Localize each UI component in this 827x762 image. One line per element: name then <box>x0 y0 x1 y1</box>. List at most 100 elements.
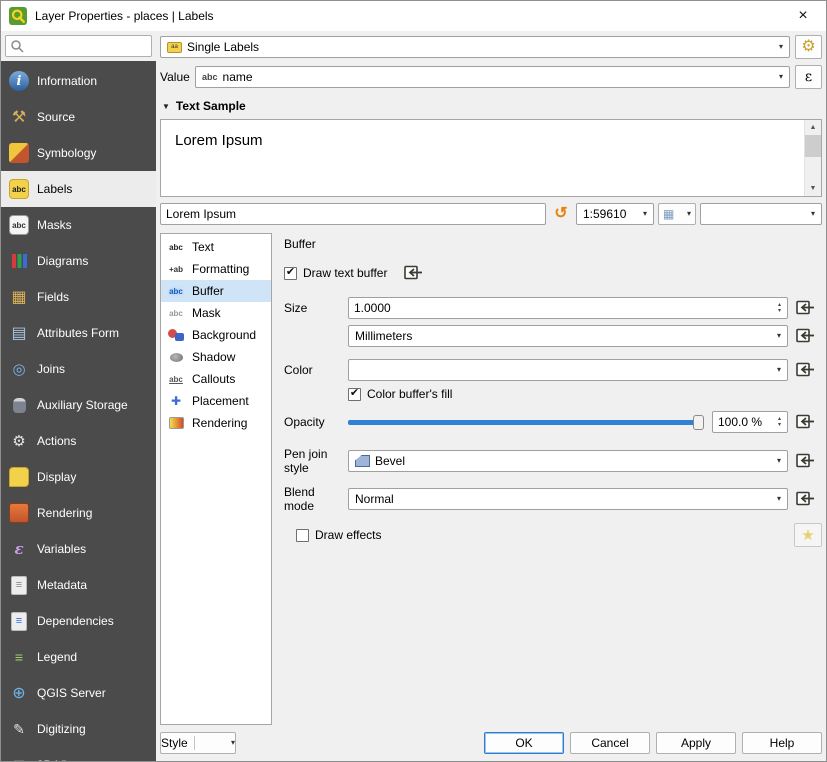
value-field-select[interactable]: abc name <box>195 66 790 88</box>
expression-builder-button[interactable]: ε <box>795 65 822 89</box>
tab-background[interactable]: Background <box>161 324 271 346</box>
sidebar-item-information[interactable]: Information <box>1 63 156 99</box>
scroll-up-icon[interactable] <box>805 120 821 135</box>
chevron-down-icon <box>777 332 781 340</box>
sidebar-item-symbology[interactable]: Symbology <box>1 135 156 171</box>
sidebar-item-variables[interactable]: Variables <box>1 531 156 567</box>
sidebar-item-3d-view[interactable]: 3D View <box>1 747 156 761</box>
source-icon <box>9 107 29 127</box>
buffer-size-spinbox[interactable]: 1.0000 <box>348 297 788 319</box>
sidebar-item-attributes-form[interactable]: Attributes Form <box>1 315 156 351</box>
close-button[interactable]: × <box>780 1 826 31</box>
sidebar-item-label: Fields <box>37 290 69 304</box>
symbology-icon <box>9 143 29 163</box>
cancel-button[interactable]: Cancel <box>570 732 650 754</box>
scroll-thumb[interactable] <box>805 135 821 157</box>
sidebar-item-label: Symbology <box>37 146 96 160</box>
tab-label: Callouts <box>192 372 235 386</box>
chevron-down-icon <box>779 73 783 81</box>
sidebar-item-display[interactable]: Display <box>1 459 156 495</box>
tab-label: Formatting <box>192 262 249 276</box>
sidebar-item-qgis-server[interactable]: QGIS Server <box>1 675 156 711</box>
search-input[interactable] <box>5 35 152 57</box>
effects-customize-button[interactable] <box>794 523 822 547</box>
sidebar-item-digitizing[interactable]: Digitizing <box>1 711 156 747</box>
tab-text[interactable]: Text <box>161 236 271 258</box>
opacity-spinbox[interactable]: 100.0 % <box>712 411 788 433</box>
data-defined-override-button[interactable] <box>793 360 817 380</box>
reset-sample-button[interactable] <box>550 203 572 225</box>
sidebar-item-masks[interactable]: Masks <box>1 207 156 243</box>
tab-label: Background <box>192 328 256 342</box>
sidebar-item-actions[interactable]: Actions <box>1 423 156 459</box>
pen-join-style-select[interactable]: Bevel <box>348 450 788 472</box>
sidebar-item-label: Attributes Form <box>37 326 119 340</box>
sidebar-item-source[interactable]: Source <box>1 99 156 135</box>
sidebar-item-diagrams[interactable]: Diagrams <box>1 243 156 279</box>
tab-mask[interactable]: Mask <box>161 302 271 324</box>
scroll-down-icon[interactable] <box>805 181 821 196</box>
bevel-join-icon <box>355 455 370 467</box>
data-defined-override-button[interactable] <box>793 326 817 346</box>
tab-formatting[interactable]: Formatting <box>161 258 271 280</box>
sidebar-item-metadata[interactable]: Metadata <box>1 567 156 603</box>
sidebar-item-legend[interactable]: Legend <box>1 639 156 675</box>
sidebar-item-dependencies[interactable]: Dependencies <box>1 603 156 639</box>
sidebar-item-label: Metadata <box>37 578 87 592</box>
sidebar-item-joins[interactable]: Joins <box>1 351 156 387</box>
slider-handle[interactable] <box>693 415 704 430</box>
chevron-down-icon <box>779 43 783 51</box>
collapse-triangle-icon[interactable] <box>162 102 170 111</box>
sample-text-input[interactable] <box>160 203 546 225</box>
data-defined-override-button[interactable] <box>401 263 425 283</box>
tab-shadow[interactable]: Shadow <box>161 346 271 368</box>
size-label: Size <box>284 301 348 315</box>
ok-button[interactable]: OK <box>484 732 564 754</box>
sidebar-item-fields[interactable]: Fields <box>1 279 156 315</box>
sidebar-item-labels[interactable]: Labels <box>1 171 156 207</box>
style-menu-button[interactable]: Style <box>160 732 236 754</box>
tab-callouts[interactable]: Callouts <box>161 368 271 390</box>
sidebar-item-rendering[interactable]: Rendering <box>1 495 156 531</box>
opacity-slider[interactable] <box>348 412 704 432</box>
layer-properties-dialog: Layer Properties - places | Labels × Inf… <box>0 0 827 762</box>
buffer-size-value: 1.0000 <box>354 301 772 315</box>
spinner-arrows-icon[interactable] <box>772 412 787 432</box>
label-mode-select[interactable]: Single Labels <box>160 36 790 58</box>
chevron-down-icon <box>643 210 647 218</box>
chevron-down-icon <box>811 210 815 218</box>
tab-placement[interactable]: Placement <box>161 390 271 412</box>
sidebar-item-auxiliary-storage[interactable]: Auxiliary Storage <box>1 387 156 423</box>
preview-background-select[interactable] <box>700 203 822 225</box>
spinner-arrows-icon[interactable] <box>772 298 787 318</box>
sidebar-item-label: Masks <box>37 218 72 232</box>
preview-scrollbar[interactable] <box>804 120 821 196</box>
data-defined-override-button[interactable] <box>793 298 817 318</box>
size-units-select[interactable]: Millimeters <box>348 325 788 347</box>
buffer-color-picker[interactable] <box>348 359 788 381</box>
draw-effects-checkbox[interactable] <box>296 529 309 542</box>
data-defined-override-button[interactable] <box>793 451 817 471</box>
pen-join-style-label: Pen join style <box>284 447 348 475</box>
text-sample-preview: Lorem Ipsum <box>160 119 822 197</box>
help-button[interactable]: Help <box>742 732 822 754</box>
draw-text-buffer-checkbox[interactable] <box>284 267 297 280</box>
sidebar-item-label: Information <box>37 74 97 88</box>
data-defined-override-button[interactable] <box>793 412 817 432</box>
chevron-down-icon <box>231 739 235 747</box>
opacity-label: Opacity <box>284 415 348 429</box>
apply-button[interactable]: Apply <box>656 732 736 754</box>
sidebar-item-label: Diagrams <box>37 254 88 268</box>
style-button-label: Style <box>161 736 188 750</box>
color-buffers-fill-checkbox[interactable] <box>348 388 361 401</box>
data-defined-override-button[interactable] <box>793 489 817 509</box>
map-settings-button[interactable] <box>658 203 696 225</box>
tab-label: Rendering <box>192 416 247 430</box>
scale-select[interactable]: 1:59610 <box>576 203 654 225</box>
blend-mode-select[interactable]: Normal <box>348 488 788 510</box>
tab-rendering[interactable]: Rendering <box>161 412 271 434</box>
size-units-value: Millimeters <box>355 329 412 343</box>
fields-icon <box>9 287 29 307</box>
tab-buffer[interactable]: Buffer <box>161 280 271 302</box>
automated-placement-settings-button[interactable] <box>795 35 822 59</box>
